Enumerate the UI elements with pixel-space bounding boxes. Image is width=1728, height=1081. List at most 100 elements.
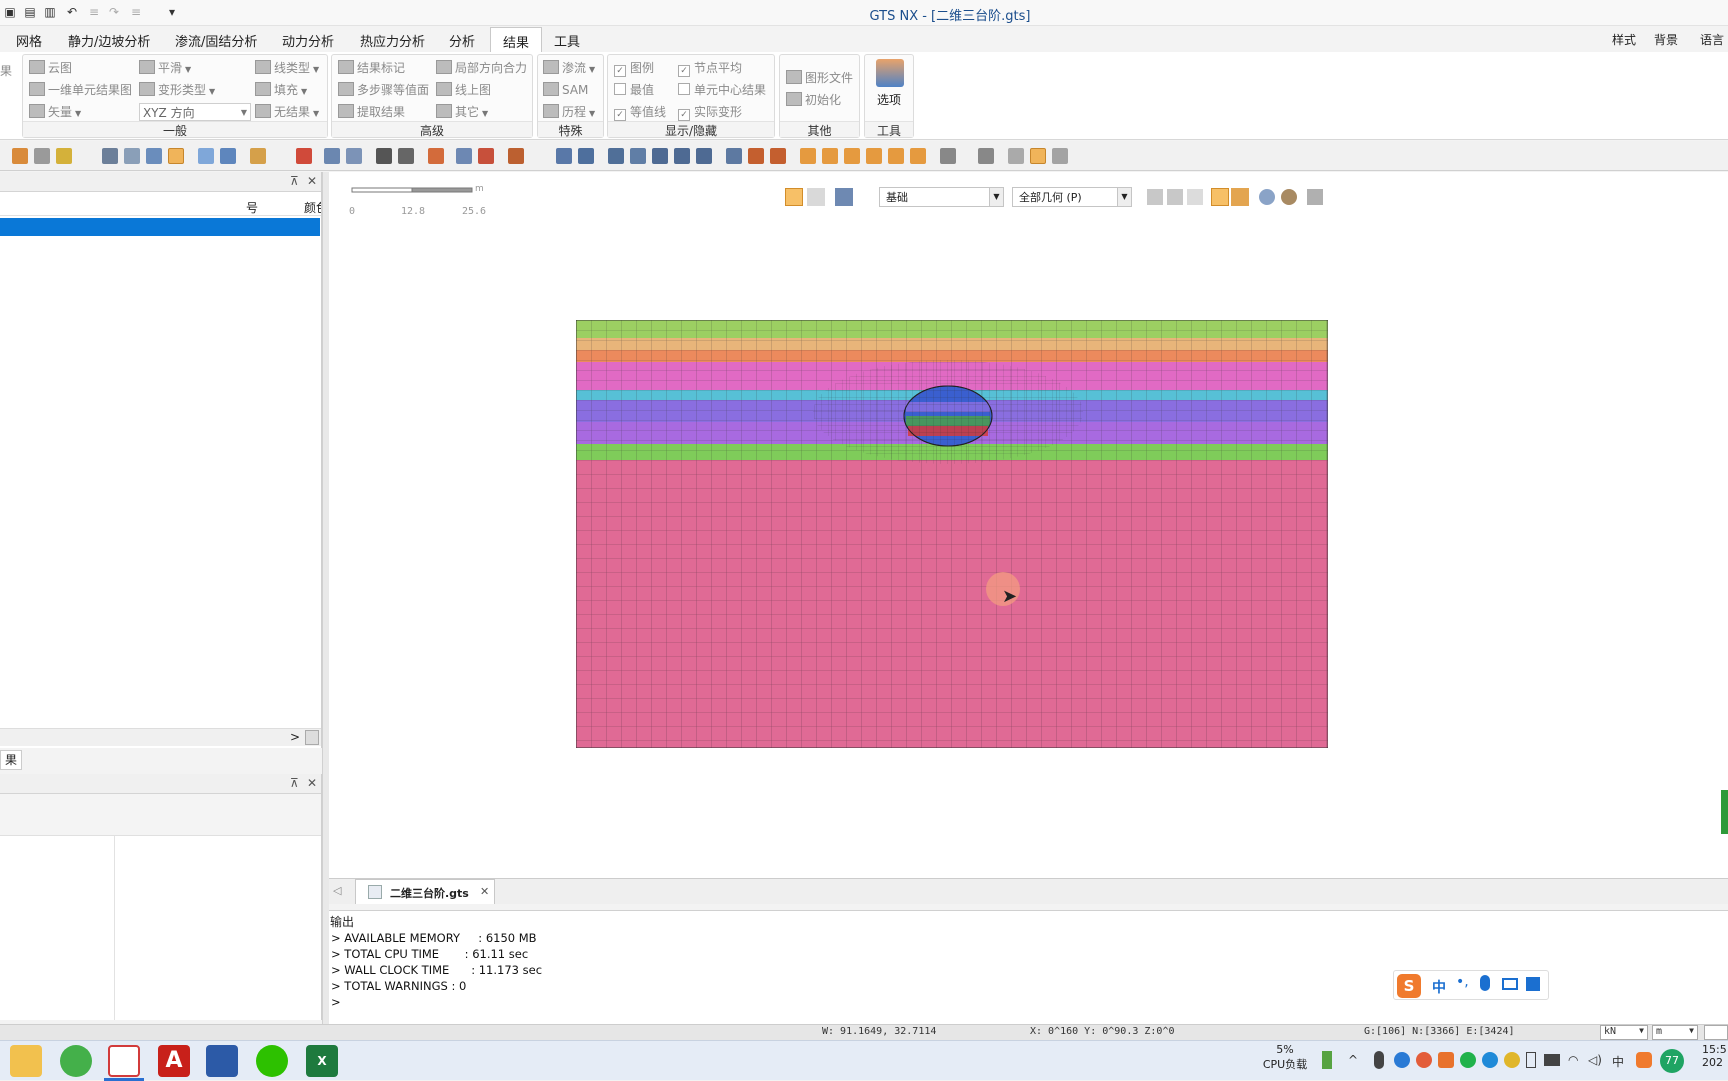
smooth-button[interactable]: 平滑 ▼	[139, 59, 191, 77]
selected-row[interactable]	[0, 218, 320, 236]
autocad-icon[interactable]: A	[158, 1045, 190, 1077]
command-prompt[interactable]: >	[331, 995, 341, 1009]
history-button[interactable]: 历程 ▼	[543, 103, 595, 121]
workplane-icon[interactable]	[124, 148, 140, 164]
scroll-right-arrow[interactable]: >	[290, 730, 300, 744]
1d-element-result-button[interactable]: 一维单元结果图	[29, 81, 132, 99]
punctuation-icon[interactable]: •,	[1456, 974, 1469, 990]
query-icon[interactable]	[428, 148, 444, 164]
contour-line-checkbox[interactable]: ✓ 等值线	[614, 103, 666, 121]
measure-icon[interactable]	[508, 148, 524, 164]
view-back-icon[interactable]	[822, 148, 838, 164]
rotate-z-icon[interactable]	[674, 148, 690, 164]
direction-select[interactable]: XYZ 方向 ▼	[139, 103, 251, 121]
shading-icon[interactable]	[1008, 148, 1024, 164]
wechat-icon[interactable]	[256, 1045, 288, 1077]
snap-icon[interactable]	[198, 148, 214, 164]
menu-style[interactable]: 样式	[1612, 31, 1636, 48]
element-number-icon[interactable]	[398, 148, 414, 164]
node-average-checkbox[interactable]: ✓ 节点平均	[678, 59, 742, 77]
view-bottom-icon[interactable]	[910, 148, 926, 164]
tab-tools[interactable]: 工具	[554, 31, 580, 50]
element-center-checkbox[interactable]: 单元中心结果	[678, 81, 766, 99]
pin-icon[interactable]: ⊼	[290, 776, 299, 790]
sogou-logo-icon[interactable]: S	[1397, 974, 1421, 998]
doc-tab-close-icon[interactable]: ✕	[480, 885, 489, 898]
tab-dynamic[interactable]: 动力分析	[282, 31, 334, 50]
tab-seepage[interactable]: 渗流/固结分析	[175, 31, 257, 50]
battery-status-icon[interactable]	[1544, 1054, 1560, 1066]
gts-nx-icon[interactable]	[108, 1045, 140, 1077]
app-tray-icon-4[interactable]	[1482, 1052, 1498, 1068]
pin-icon[interactable]: ⊼	[290, 174, 299, 188]
check-icon[interactable]	[478, 148, 494, 164]
render-mode-icon[interactable]	[978, 148, 994, 164]
force-unit-select[interactable]: kN ▼	[1600, 1025, 1648, 1040]
filter-tool-icon[interactable]	[34, 148, 50, 164]
line-type-button[interactable]: 线类型 ▼	[255, 59, 319, 77]
local-resultant-button[interactable]: 局部方向合力	[436, 59, 527, 77]
clock[interactable]: 15:5 202	[1702, 1043, 1728, 1069]
app-tray-icon-3[interactable]	[1438, 1052, 1454, 1068]
grid-icon[interactable]	[102, 148, 118, 164]
pick-point-icon[interactable]	[1259, 189, 1275, 205]
multistep-isosurface-button[interactable]: 多步骤等值面	[338, 81, 429, 99]
fill-button[interactable]: 填充 ▼	[255, 81, 307, 99]
menu-background[interactable]: 背景	[1654, 31, 1678, 48]
tab-static-slope[interactable]: 静力/边坡分析	[68, 31, 150, 50]
sogou-tray-icon[interactable]	[1636, 1052, 1652, 1068]
tab-mesh[interactable]: 网格	[16, 31, 42, 50]
view-front-icon[interactable]	[800, 148, 816, 164]
tray-expand-icon[interactable]: ^	[1348, 1053, 1358, 1067]
result-marker-button[interactable]: 结果标记	[338, 59, 405, 77]
actual-deform-checkbox[interactable]: ✓ 实际变形	[678, 103, 742, 121]
mic-tray-icon[interactable]	[1374, 1051, 1384, 1069]
panel-tab-result[interactable]: 果	[0, 750, 22, 770]
notification-badge[interactable]: 77	[1660, 1049, 1684, 1073]
browser-icon[interactable]	[60, 1045, 92, 1077]
axis-2-icon[interactable]	[770, 148, 786, 164]
iso-view-icon[interactable]	[940, 148, 956, 164]
tab-results[interactable]: 结果	[490, 27, 543, 55]
deform-type-button[interactable]: 变形类型 ▼	[139, 81, 215, 99]
node-icon[interactable]	[324, 148, 340, 164]
battery-icon[interactable]	[1322, 1051, 1332, 1069]
select-all-icon[interactable]	[1167, 189, 1183, 205]
excel-icon[interactable]: X	[306, 1045, 338, 1077]
horizontal-scrollbar[interactable]: >	[0, 728, 321, 746]
keyboard-icon[interactable]	[1502, 978, 1518, 990]
select-box-icon[interactable]	[807, 188, 825, 206]
zoom-dynamic-icon[interactable]	[630, 148, 646, 164]
extract-result-button[interactable]: 提取结果	[338, 103, 405, 121]
snap-face-icon[interactable]	[1231, 188, 1249, 206]
wireframe-icon[interactable]	[1052, 148, 1068, 164]
close-icon[interactable]: ✕	[307, 776, 317, 790]
tab-analysis[interactable]: 分析	[449, 31, 475, 50]
zoom-window-icon[interactable]	[608, 148, 624, 164]
app-tray-icon-1[interactable]	[1394, 1052, 1410, 1068]
wifi-icon[interactable]: ◠	[1568, 1053, 1578, 1067]
panel-splitter[interactable]	[322, 172, 329, 1024]
vector-button[interactable]: 矢量 ▼	[29, 103, 81, 121]
shaded-edge-icon[interactable]	[1030, 148, 1046, 164]
view-left-icon[interactable]	[844, 148, 860, 164]
select-previous-icon[interactable]	[1147, 189, 1163, 205]
node-number-icon[interactable]	[376, 148, 392, 164]
volume-icon[interactable]: ◁)	[1588, 1053, 1602, 1067]
pan-icon[interactable]	[696, 148, 712, 164]
close-icon[interactable]: ✕	[307, 174, 317, 188]
options-button[interactable]: 选项	[877, 91, 901, 109]
tab-thermal[interactable]: 热应力分析	[360, 31, 425, 50]
filter-basic-select[interactable]: 基础 ▼	[879, 187, 1004, 207]
menu-language[interactable]: 语言	[1700, 31, 1724, 48]
work-coordinate-icon[interactable]	[146, 148, 162, 164]
legend-checkbox[interactable]: ✓ 图例	[614, 59, 654, 77]
tools-icon[interactable]	[1307, 189, 1323, 205]
usb-icon[interactable]	[1526, 1052, 1536, 1068]
initialize-button[interactable]: 初始化	[786, 91, 841, 109]
pick-icon[interactable]	[835, 188, 853, 206]
length-unit-select[interactable]: m ▼	[1652, 1025, 1698, 1040]
move-icon[interactable]	[220, 148, 236, 164]
sam-button[interactable]: SAM	[543, 81, 588, 99]
wechat-tray-icon[interactable]	[1460, 1052, 1476, 1068]
